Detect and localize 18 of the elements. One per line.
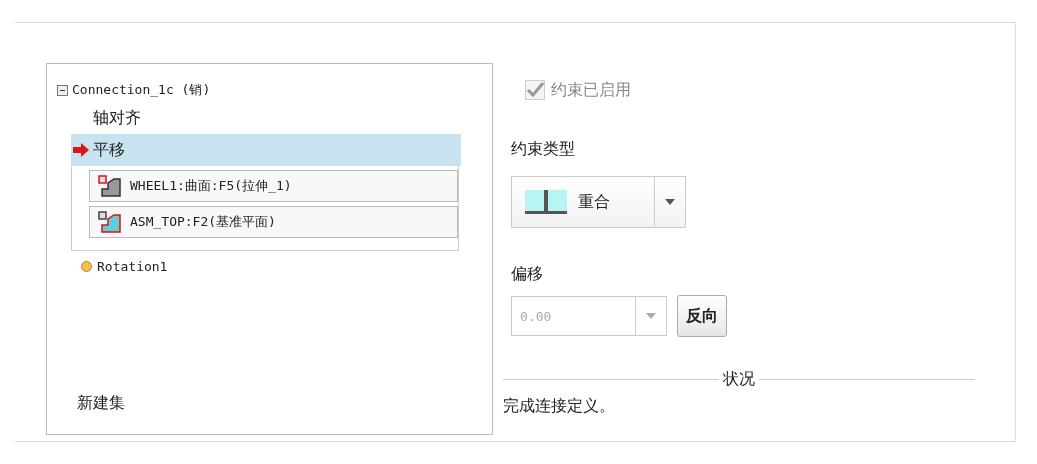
caret-icon bbox=[646, 313, 656, 319]
coincident-icon bbox=[524, 189, 568, 215]
section-title: 状况 bbox=[723, 369, 755, 390]
reference-item[interactable]: WHEEL1:曲面:F5(拉伸_1) bbox=[89, 170, 458, 202]
reference-item[interactable]: ASM_TOP:F2(基准平面) bbox=[89, 206, 458, 238]
tree-item[interactable]: 平移 bbox=[71, 134, 461, 166]
new-set-link[interactable]: 新建集 bbox=[77, 393, 125, 414]
tree-item[interactable]: Rotation1 bbox=[57, 251, 492, 281]
arrow-icon bbox=[73, 143, 89, 157]
tree-item[interactable]: 轴对齐 bbox=[71, 102, 461, 134]
tree-item[interactable]: Connection_1c (销) bbox=[72, 81, 211, 99]
caret-icon bbox=[665, 199, 675, 205]
constraint-type-dropdown[interactable]: 重合 bbox=[511, 176, 686, 228]
field-label: 偏移 bbox=[511, 264, 544, 285]
checkbox-label: 约束已启用 bbox=[551, 79, 631, 101]
field-label: 约束类型 bbox=[511, 139, 576, 160]
status-message: 完成连接定义。 bbox=[503, 396, 616, 417]
collapse-icon[interactable] bbox=[57, 84, 68, 96]
